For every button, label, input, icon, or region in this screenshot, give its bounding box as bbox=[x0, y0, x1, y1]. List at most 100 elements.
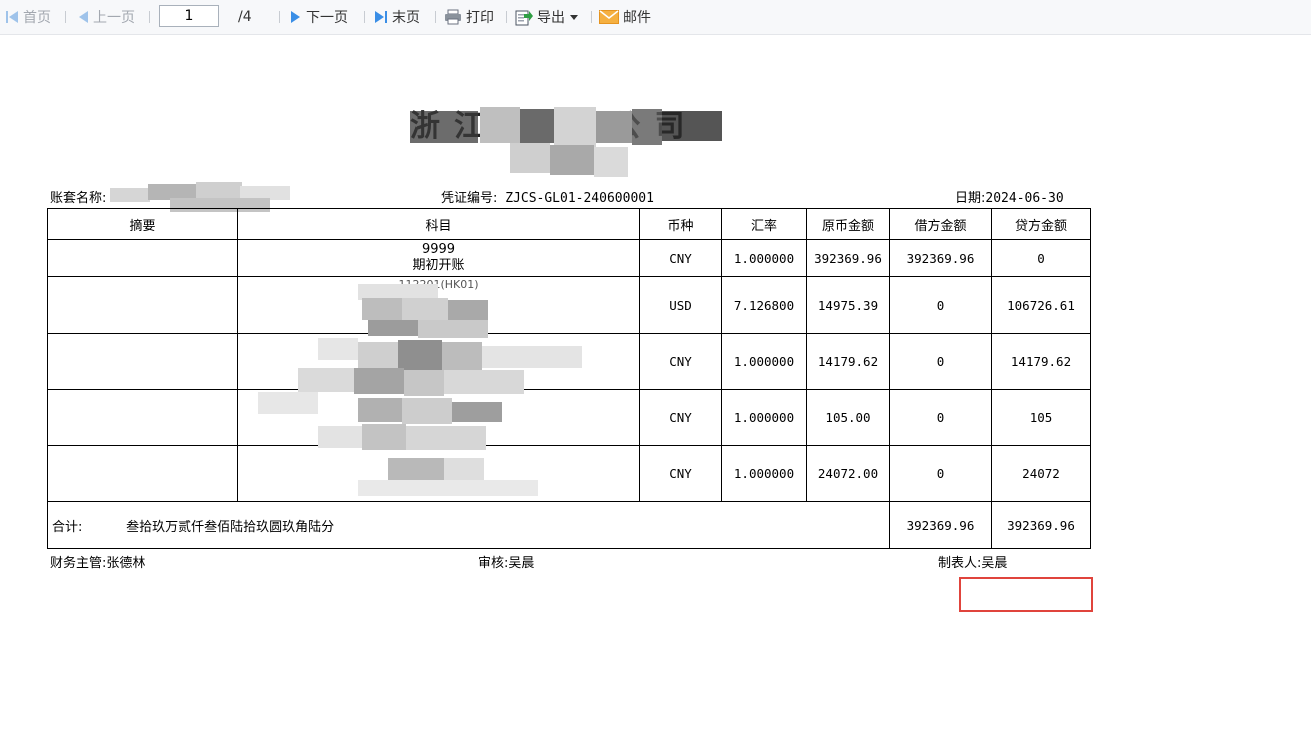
first-page-button[interactable]: 首页 bbox=[5, 0, 51, 34]
mail-icon bbox=[599, 10, 619, 24]
voucher-date: 日期:2024-06-30 bbox=[955, 187, 1064, 206]
column-header: 摘要 bbox=[47, 208, 238, 240]
export-label: 导出 bbox=[537, 10, 565, 26]
voucher-number: 凭证编号: ZJCS-GL01-240600001 bbox=[441, 187, 654, 206]
debit-cell: 0 bbox=[889, 333, 992, 390]
table-row: 9999 期初开账 CNY 1.000000 392369.96 392369.… bbox=[47, 239, 1091, 277]
total-debit-cell: 392369.96 bbox=[889, 501, 992, 549]
toolbar-separator bbox=[364, 11, 365, 23]
ledger-name: 账套名称: bbox=[50, 187, 106, 206]
column-header: 汇率 bbox=[721, 208, 807, 240]
toolbar-separator bbox=[149, 11, 150, 23]
mail-button[interactable]: 邮件 bbox=[599, 0, 651, 34]
debit-cell: 0 bbox=[889, 445, 992, 502]
summary-cell bbox=[47, 239, 238, 277]
next-page-button[interactable]: 下一页 bbox=[290, 0, 348, 34]
account-name: 期初开账 bbox=[412, 258, 465, 273]
redaction-mosaic bbox=[410, 103, 740, 183]
toolbar-separator bbox=[506, 11, 507, 23]
table-header-row: 摘要 科目 币种 汇率 原币金额 借方金额 贷方金额 bbox=[47, 208, 1091, 240]
next-page-icon bbox=[291, 11, 300, 23]
rate-cell: 1.000000 bbox=[721, 445, 807, 502]
page-total: /4 bbox=[238, 9, 252, 25]
report-toolbar: 首页 上一页 /4 下一页 末页 打印 bbox=[0, 0, 1311, 35]
rate-cell: 7.126800 bbox=[721, 276, 807, 334]
total-words-cell: 合计: 叁拾玖万贰仟叁佰陆拾玖圆玖角陆分 bbox=[47, 501, 890, 549]
account-cell: 9999 期初开账 bbox=[237, 239, 640, 277]
toolbar-separator bbox=[279, 11, 280, 23]
rate-cell: 1.000000 bbox=[721, 239, 807, 277]
prev-page-button[interactable]: 上一页 bbox=[77, 0, 135, 34]
first-page-label: 首页 bbox=[23, 10, 51, 26]
summary-cell bbox=[47, 276, 238, 334]
toolbar-separator bbox=[435, 11, 436, 23]
currency-cell: CNY bbox=[639, 333, 722, 390]
rate-cell: 1.000000 bbox=[721, 333, 807, 390]
credit-cell: 24072 bbox=[991, 445, 1091, 502]
export-icon bbox=[515, 10, 533, 26]
finance-supervisor: 财务主管:张德林 bbox=[50, 552, 145, 571]
first-page-icon bbox=[6, 11, 18, 23]
prev-page-label: 上一页 bbox=[93, 10, 135, 26]
debit-cell: 0 bbox=[889, 276, 992, 334]
rate-cell: 1.000000 bbox=[721, 389, 807, 446]
toolbar-separator bbox=[591, 11, 592, 23]
next-page-label: 下一页 bbox=[306, 10, 348, 26]
currency-cell: CNY bbox=[639, 389, 722, 446]
auditor-name: 吴晨 bbox=[508, 556, 535, 571]
original-amount-cell: 14975.39 bbox=[806, 276, 890, 334]
credit-cell: 0 bbox=[991, 239, 1091, 277]
print-label: 打印 bbox=[466, 10, 494, 26]
original-amount-cell: 14179.62 bbox=[806, 333, 890, 390]
column-header: 币种 bbox=[639, 208, 722, 240]
debit-cell: 392369.96 bbox=[889, 239, 992, 277]
preparer-label: 制表人: bbox=[938, 556, 982, 571]
debit-cell: 0 bbox=[889, 389, 992, 446]
redaction-mosaic bbox=[258, 280, 598, 502]
prev-page-icon bbox=[79, 11, 88, 23]
date-value: 2024-06-30 bbox=[985, 191, 1064, 206]
column-header: 贷方金额 bbox=[991, 208, 1091, 240]
toolbar-separator bbox=[65, 11, 66, 23]
supervisor-label: 财务主管: bbox=[50, 556, 107, 571]
currency-cell: CNY bbox=[639, 239, 722, 277]
currency-cell: USD bbox=[639, 276, 722, 334]
column-header: 科目 bbox=[237, 208, 640, 240]
total-label: 合计: bbox=[52, 519, 83, 535]
original-amount-cell: 392369.96 bbox=[806, 239, 890, 277]
voucher-no-value: ZJCS-GL01-240600001 bbox=[505, 191, 654, 206]
account-code: 9999 bbox=[421, 242, 456, 257]
date-label: 日期: bbox=[955, 191, 986, 206]
last-page-button[interactable]: 末页 bbox=[374, 0, 420, 34]
total-in-words: 叁拾玖万贰仟叁佰陆拾玖圆玖角陆分 bbox=[126, 519, 335, 535]
dropdown-caret-icon bbox=[570, 15, 578, 20]
credit-cell: 14179.62 bbox=[991, 333, 1091, 390]
last-page-icon bbox=[375, 11, 387, 23]
export-menu-button[interactable]: 导出 bbox=[515, 0, 583, 34]
page-number-input[interactable] bbox=[159, 5, 219, 27]
preparer-name: 吴晨 bbox=[981, 556, 1008, 571]
last-page-label: 末页 bbox=[392, 10, 420, 26]
credit-cell: 105 bbox=[991, 389, 1091, 446]
auditor-label: 审核: bbox=[478, 556, 509, 571]
supervisor-name: 张德林 bbox=[106, 556, 146, 571]
column-header: 原币金额 bbox=[806, 208, 890, 240]
mail-label: 邮件 bbox=[623, 10, 651, 26]
highlight-box bbox=[959, 577, 1093, 612]
original-amount-cell: 24072.00 bbox=[806, 445, 890, 502]
credit-cell: 106726.61 bbox=[991, 276, 1091, 334]
summary-cell bbox=[47, 389, 238, 446]
total-row: 合计: 叁拾玖万贰仟叁佰陆拾玖圆玖角陆分 392369.96 392369.96 bbox=[47, 501, 1091, 549]
print-button[interactable]: 打印 bbox=[444, 0, 494, 34]
auditor: 审核:吴晨 bbox=[478, 552, 534, 571]
currency-cell: CNY bbox=[639, 445, 722, 502]
preparer: 制表人:吴晨 bbox=[938, 552, 1007, 571]
print-icon bbox=[445, 9, 461, 25]
voucher-no-label: 凭证编号: bbox=[441, 191, 498, 206]
total-credit-cell: 392369.96 bbox=[991, 501, 1091, 549]
summary-cell bbox=[47, 333, 238, 390]
original-amount-cell: 105.00 bbox=[806, 389, 890, 446]
summary-cell bbox=[47, 445, 238, 502]
ledger-label: 账套名称: bbox=[50, 191, 107, 206]
column-header: 借方金额 bbox=[889, 208, 992, 240]
